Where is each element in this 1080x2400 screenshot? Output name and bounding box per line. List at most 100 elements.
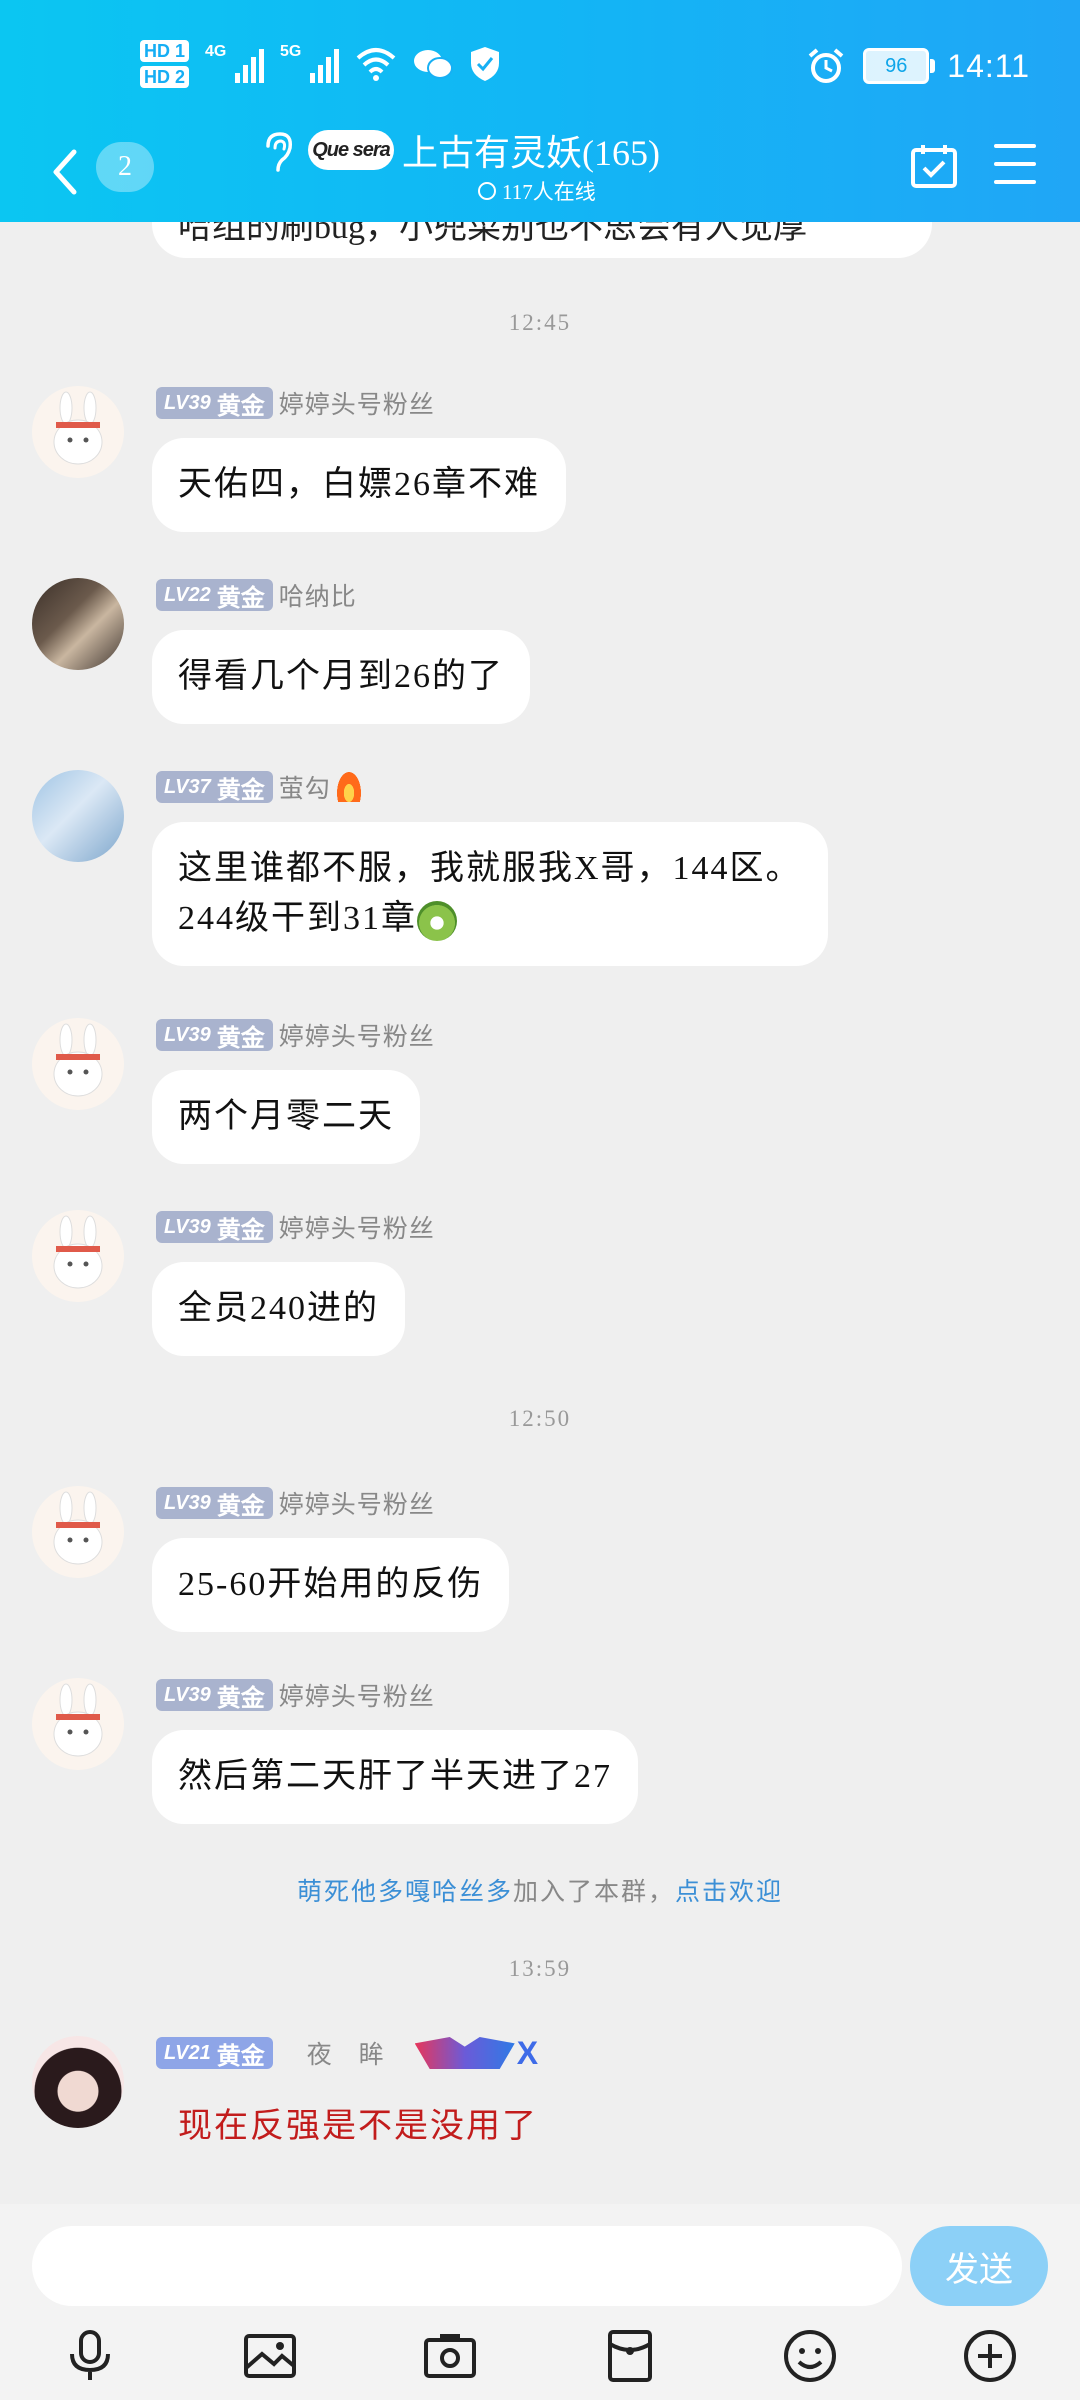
signal-4g-icon: 4G <box>205 43 265 83</box>
sender-name[interactable]: 婷婷头号粉丝 <box>279 1017 435 1053</box>
sender-name[interactable]: 婷婷头号粉丝 <box>279 1677 435 1713</box>
fire-icon <box>336 772 361 802</box>
message-bubble[interactable]: 然后第二天肝了半天进了27 <box>152 1730 638 1824</box>
message-bubble[interactable]: 全员240进的 <box>152 1262 405 1356</box>
vip-badge-icon: X <box>414 2035 538 2072</box>
rank-label: 黄金 <box>216 1684 265 1712</box>
message-meta: LV21 黄金 夜 眸 X <box>156 2035 538 2072</box>
message-text: 25-60开始用的反伤 <box>178 1566 484 1603</box>
avatar[interactable] <box>32 578 124 670</box>
image-icon[interactable] <box>240 2326 300 2386</box>
sender-name[interactable]: 婷婷头号粉丝 <box>279 385 435 421</box>
sender-name[interactable]: 婷婷头号粉丝 <box>279 1209 435 1245</box>
vip-message-bubble[interactable]: 现在反强是不是没用了 <box>152 2088 564 2166</box>
rank-label: 黄金 <box>216 584 265 612</box>
message-meta: LV39 黄金 婷婷头号粉丝 <box>156 1018 435 1052</box>
ear-icon <box>266 132 293 172</box>
bunny-avatar-icon <box>53 1683 103 1757</box>
bunny-avatar-icon <box>53 1215 103 1289</box>
system-notice: 萌死他多嘎哈丝多加入了本群，点击欢迎 <box>0 1872 1080 1908</box>
bunny-avatar-icon <box>53 391 103 465</box>
level-badge: LV39 黄金 <box>156 1487 273 1520</box>
partial-message-text: 哈组的刷bug，小兜菜别也不思会有人觉厚 <box>178 222 807 246</box>
hd-indicator: HD 1 HD 2 <box>140 40 190 88</box>
message-bubble[interactable]: 两个月零二天 <box>152 1070 420 1164</box>
group-title-area[interactable]: Que sera 上古有灵妖(165) 117人在线 <box>260 130 700 222</box>
calendar-check-icon[interactable] <box>910 142 958 190</box>
sender-name[interactable]: 夜 眸 <box>307 2035 385 2071</box>
camera-icon[interactable] <box>420 2326 480 2386</box>
online-count: 117人在线 <box>502 180 596 204</box>
level-label: LV39 <box>164 1491 211 1514</box>
message-meta: LV39 黄金 婷婷头号粉丝 <box>156 386 435 420</box>
alarm-icon <box>808 48 844 83</box>
wechat-icon <box>414 50 454 79</box>
red-packet-icon[interactable] <box>600 2326 660 2386</box>
level-badge: LV37 黄金 <box>156 771 273 804</box>
timestamp: 13:59 <box>508 1956 572 1981</box>
back-arrow-icon[interactable] <box>44 142 84 202</box>
avatar[interactable] <box>32 2036 124 2128</box>
sender-name[interactable]: 萤勾 <box>279 769 331 805</box>
new-member-link[interactable]: 萌死他多嘎哈丝多 <box>297 1879 513 1906</box>
top-header: HD 1 HD 2 4G 5G 96 14:11 2 Que sera 上古有灵… <box>0 0 1080 222</box>
input-area: 发送 <box>0 2204 1080 2400</box>
unread-count-badge[interactable]: 2 <box>96 142 154 192</box>
voice-icon[interactable] <box>60 2326 120 2386</box>
level-badge: LV39 黄金 <box>156 387 273 420</box>
rank-label: 黄金 <box>216 2042 265 2070</box>
bunny-avatar-icon <box>53 1023 103 1097</box>
logo-text: Que sera <box>312 138 391 161</box>
emoji-icon[interactable] <box>780 2326 840 2386</box>
message-bubble[interactable]: 天佑四，白嫖26章不难 <box>152 438 566 532</box>
message-text: 得看几个月到26的了 <box>178 658 504 695</box>
bunny-avatar-icon <box>53 1491 103 1565</box>
online-status: 117人在线 <box>478 176 596 206</box>
message-text: 天佑四，白嫖26章不难 <box>178 466 540 503</box>
message-meta: LV22 黄金 哈纳比 <box>156 578 357 612</box>
timestamp: 12:50 <box>508 1406 572 1431</box>
status-bar: HD 1 HD 2 4G 5G 96 14:11 <box>0 0 1080 132</box>
plus-icon[interactable] <box>960 2326 1020 2386</box>
message-meta: LV39 黄金 婷婷头号粉丝 <box>156 1678 435 1712</box>
shield-icon <box>471 47 500 81</box>
title-bar: 2 Que sera 上古有灵妖(165) 117人在线 <box>0 130 1080 222</box>
net1-label: 4G <box>205 43 227 60</box>
avatar[interactable] <box>32 1678 124 1770</box>
message-text: 两个月零二天 <box>178 1098 394 1135</box>
message-text: 现在反强是不是没用了 <box>178 2108 538 2145</box>
menu-icon[interactable] <box>994 144 1036 184</box>
level-label: LV22 <box>164 583 211 606</box>
timestamp: 12:45 <box>508 310 572 335</box>
avatar[interactable] <box>32 1210 124 1302</box>
message-text: 然后第二天肝了半天进了27 <box>178 1758 612 1795</box>
message-bubble[interactable]: 25-60开始用的反伤 <box>152 1538 510 1632</box>
rank-label: 黄金 <box>216 1492 265 1520</box>
level-label: LV21 <box>164 2041 211 2064</box>
message-input[interactable] <box>32 2226 902 2306</box>
send-button[interactable]: 发送 <box>910 2226 1048 2306</box>
avatar[interactable] <box>32 386 124 478</box>
online-check-icon <box>478 182 496 200</box>
level-badge: LV22 黄金 <box>156 579 273 612</box>
sender-name[interactable]: 哈纳比 <box>279 577 357 613</box>
avatar[interactable] <box>32 1486 124 1578</box>
toolbar <box>0 2326 1080 2390</box>
chat-area[interactable]: 哈组的刷bug，小兜菜别也不思会有人觉厚 12:45 LV39 黄金 婷婷头号粉… <box>0 222 1080 2204</box>
rank-label: 黄金 <box>216 776 265 804</box>
message-bubble[interactable]: 这里谁都不服，我就服我X哥，144区。 244级干到31章 <box>152 822 828 966</box>
status-time: 14:11 <box>947 47 1030 84</box>
welcome-link[interactable]: 点击欢迎 <box>675 1879 783 1906</box>
message-text: 全员240进的 <box>178 1290 379 1327</box>
hd2-label: HD 2 <box>140 66 190 88</box>
avatar[interactable] <box>32 1018 124 1110</box>
level-label: LV39 <box>164 391 211 414</box>
system-notice-text: 加入了本群， <box>512 1879 675 1906</box>
sender-name[interactable]: 婷婷头号粉丝 <box>279 1485 435 1521</box>
message-text-line1: 这里谁都不服，我就服我X哥，144区。 <box>178 850 802 887</box>
avatar[interactable] <box>32 770 124 862</box>
message-meta: LV37 黄金 萤勾 <box>156 770 361 804</box>
level-badge: LV39 黄金 <box>156 1211 273 1244</box>
level-label: LV39 <box>164 1683 211 1706</box>
message-bubble[interactable]: 得看几个月到26的了 <box>152 630 530 724</box>
